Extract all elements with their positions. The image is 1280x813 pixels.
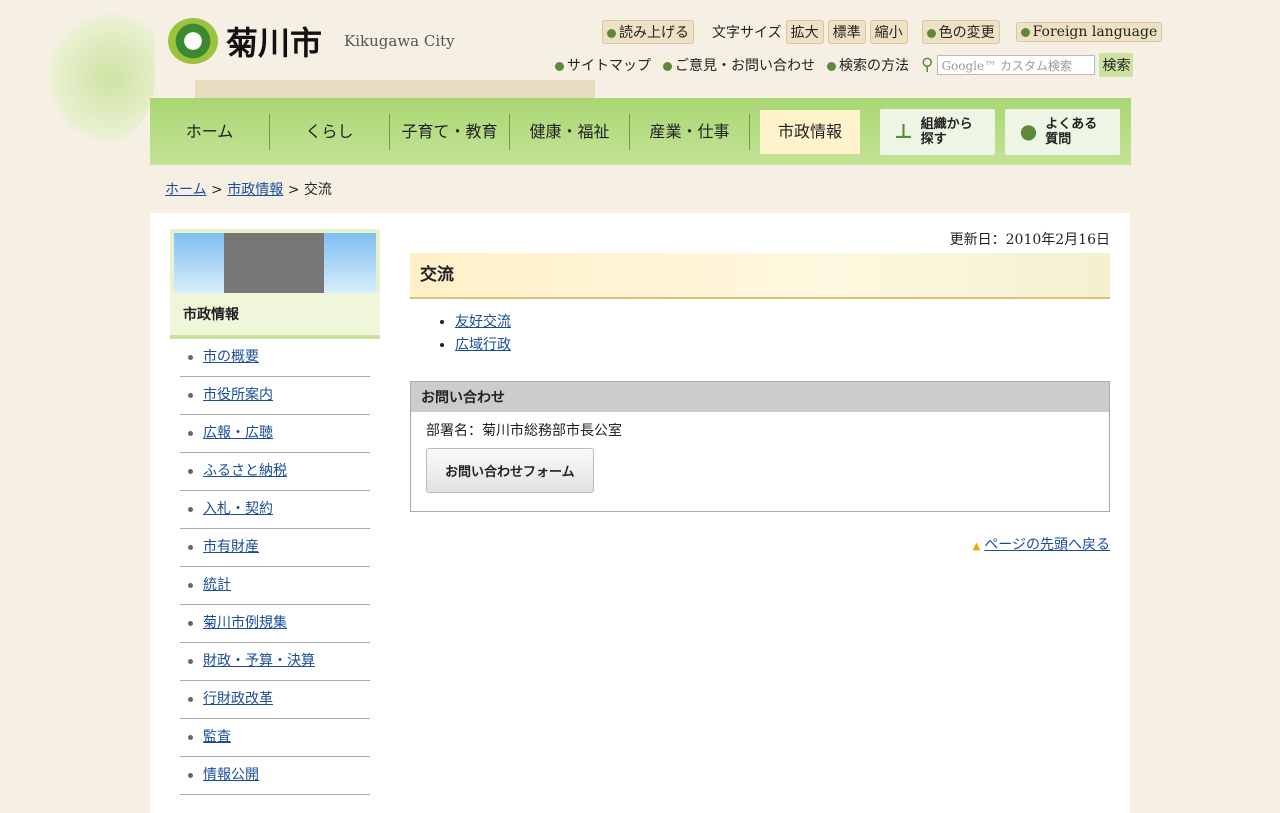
- sidebar-link[interactable]: 監査: [203, 729, 231, 745]
- sidebar-item: 行財政改革: [180, 681, 370, 719]
- search-button[interactable]: 検索: [1099, 53, 1134, 77]
- list-item: 友好交流: [455, 311, 1110, 334]
- label: 検索の方法: [839, 58, 909, 74]
- font-small-button[interactable]: 縮小: [869, 20, 908, 44]
- breadcrumb-parent[interactable]: 市政情報: [227, 182, 283, 198]
- search-help-link[interactable]: 検索の方法: [827, 55, 909, 75]
- nav-city-info[interactable]: 市政情報: [760, 109, 860, 154]
- separator: >: [211, 182, 223, 198]
- sidebar-link[interactable]: 市役所案内: [203, 387, 273, 403]
- sidebar-item: 統計: [180, 567, 370, 605]
- nav-childcare[interactable]: 子育て・教育: [390, 113, 510, 150]
- sidebar-link[interactable]: ふるさと納税: [203, 463, 287, 479]
- breadcrumb-home[interactable]: ホーム: [165, 182, 207, 198]
- city-emblem-icon: [168, 18, 218, 64]
- arrow-icon: [926, 28, 936, 38]
- font-normal-button[interactable]: 標準: [827, 20, 866, 44]
- sidebar-item: 市の概要: [180, 339, 370, 377]
- sidebar-link[interactable]: 市の概要: [203, 349, 259, 365]
- nav-home[interactable]: ホーム: [150, 113, 270, 150]
- label: ご意見・お問い合わせ: [675, 58, 815, 74]
- arrow-icon: [555, 61, 564, 71]
- nav-living[interactable]: くらし: [270, 113, 390, 150]
- town-illustration: [195, 68, 595, 98]
- label: 組織から探す: [920, 116, 973, 147]
- org-search-button[interactable]: ⊥ 組織から探す: [880, 108, 995, 155]
- sidebar-link[interactable]: 財政・予算・決算: [203, 653, 315, 669]
- sitemap-link[interactable]: サイトマップ: [555, 55, 651, 75]
- sidebar-item: 入札・契約: [180, 491, 370, 529]
- sidebar-link[interactable]: 入札・契約: [203, 501, 273, 517]
- sidebar-item: 菊川市例規集: [180, 605, 370, 643]
- nav-health[interactable]: 健康・福祉: [510, 113, 630, 150]
- triangle-up-icon: ▲: [972, 541, 981, 552]
- breadcrumb-current: 交流: [303, 182, 332, 198]
- back-to-top-link[interactable]: ページの先頭へ戻る: [984, 537, 1110, 553]
- sidebar-link[interactable]: 行財政改革: [203, 691, 273, 707]
- faq-button[interactable]: ● よくある質問: [1005, 108, 1120, 155]
- sidebar-link[interactable]: 菊川市例規集: [203, 615, 287, 631]
- list-item: 広域行政: [455, 334, 1110, 357]
- friendship-exchange-link[interactable]: 友好交流: [455, 314, 511, 330]
- separator: >: [287, 182, 300, 198]
- font-large-button[interactable]: 拡大: [785, 20, 824, 44]
- sidebar-item: 監査: [180, 719, 370, 757]
- sidebar-item: 市役所案内: [180, 377, 370, 415]
- logo-english: Kikugawa City: [344, 32, 455, 50]
- label: 読み上げる: [619, 25, 689, 41]
- sidebar-heading: 市政情報: [170, 293, 380, 339]
- search-input[interactable]: Google™ カスタム検索: [937, 55, 1096, 75]
- regional-admin-link[interactable]: 広域行政: [455, 337, 511, 353]
- inquiry-form-button[interactable]: お問い合わせフォーム: [426, 448, 594, 493]
- arrow-icon: [827, 61, 836, 71]
- label: 色の変更: [938, 25, 995, 41]
- inquiry-heading: お問い合わせ: [411, 382, 1109, 412]
- arrow-icon: [663, 61, 672, 71]
- content: 更新日：2010年2月16日 交流 友好交流 広域行政 お問い合わせ 部署名：菊…: [410, 229, 1110, 554]
- breadcrumb: ホーム > 市政情報 > 交流: [165, 179, 332, 199]
- contact-link[interactable]: ご意見・お問い合わせ: [663, 55, 815, 75]
- sidebar-item: 広報・広聴: [180, 415, 370, 453]
- sidebar-link[interactable]: 市有財産: [203, 539, 259, 555]
- inquiry-box: お問い合わせ 部署名：菊川市総務部市長公室 お問い合わせフォーム: [410, 381, 1110, 512]
- read-aloud-button[interactable]: 読み上げる: [602, 20, 694, 44]
- sidebar-link[interactable]: 広報・広聴: [203, 425, 273, 441]
- arrow-icon: [1020, 27, 1030, 37]
- leaf-decoration: [45, 10, 155, 145]
- org-chart-icon: ⊥: [894, 119, 913, 143]
- sidebar-item: 財政・予算・決算: [180, 643, 370, 681]
- sidebar-item: ふるさと納税: [180, 453, 370, 491]
- main-nav: ホーム くらし 子育て・教育 健康・福祉 産業・仕事 市政情報 ⊥ 組織から探す …: [150, 98, 1131, 165]
- foreign-language-button[interactable]: Foreign language: [1015, 22, 1163, 42]
- updated-date: 更新日：2010年2月16日: [949, 232, 1110, 248]
- arrow-icon: [607, 28, 616, 38]
- page-title: 交流: [410, 253, 1110, 299]
- color-change-button[interactable]: 色の変更: [921, 20, 1000, 44]
- logo-text: 菊川市: [226, 24, 323, 62]
- sidebar-item: 情報公開: [180, 757, 370, 795]
- search-icon: ⚲: [921, 55, 934, 75]
- speech-bubble-icon: ●: [1019, 119, 1038, 143]
- nav-industry[interactable]: 産業・仕事: [630, 113, 750, 150]
- label: Foreign language: [1032, 24, 1158, 40]
- font-size-label: 文字サイズ: [712, 25, 782, 41]
- label: よくある質問: [1045, 116, 1098, 147]
- label: サイトマップ: [567, 58, 651, 74]
- sidebar-link[interactable]: 情報公開: [203, 767, 259, 783]
- sidebar-link[interactable]: 統計: [203, 577, 231, 593]
- main-area: 市政情報 市の概要 市役所案内 広報・広聴 ふるさと納税 入札・契約 市有財産 …: [150, 213, 1130, 813]
- sidebar-item: 市有財産: [180, 529, 370, 567]
- department: 部署名：菊川市総務部市長公室: [426, 423, 622, 439]
- site-logo[interactable]: 菊川市 Kikugawa City: [168, 18, 455, 64]
- sidebar: 市政情報 市の概要 市役所案内 広報・広聴 ふるさと納税 入札・契約 市有財産 …: [170, 229, 380, 795]
- city-hall-photo: [170, 229, 380, 293]
